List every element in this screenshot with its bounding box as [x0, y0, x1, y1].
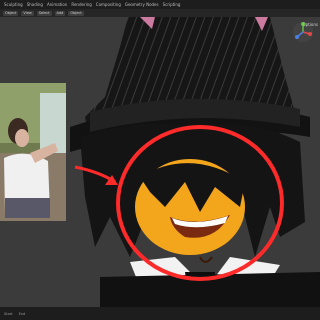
tab-shading[interactable]: Shading: [27, 2, 43, 7]
tab-sculpting[interactable]: Sculpting: [4, 2, 23, 7]
viewport-header: Object View Select Add Object: [0, 9, 320, 17]
3d-viewport[interactable]: Options: [0, 17, 320, 307]
start-frame-label[interactable]: Start: [4, 312, 13, 316]
view-menu[interactable]: View: [21, 10, 34, 16]
object-menu[interactable]: Object: [68, 10, 84, 16]
timeline-bar: Start End: [0, 307, 320, 320]
tab-scripting[interactable]: Scripting: [163, 2, 181, 7]
mode-selector[interactable]: Object: [3, 10, 19, 16]
tab-compositing[interactable]: Compositing: [96, 2, 121, 7]
reference-image: [0, 83, 66, 221]
tab-rendering[interactable]: Rendering: [71, 2, 91, 7]
select-menu[interactable]: Select: [36, 10, 52, 16]
options-dropdown[interactable]: Options: [303, 22, 318, 27]
workspace-tab-bar: Sculpting Shading Animation Rendering Co…: [0, 0, 320, 9]
tab-geometry-nodes[interactable]: Geometry Nodes: [125, 2, 159, 7]
tab-animation[interactable]: Animation: [47, 2, 67, 7]
add-menu[interactable]: Add: [54, 10, 66, 16]
end-frame-label[interactable]: End: [19, 312, 26, 316]
